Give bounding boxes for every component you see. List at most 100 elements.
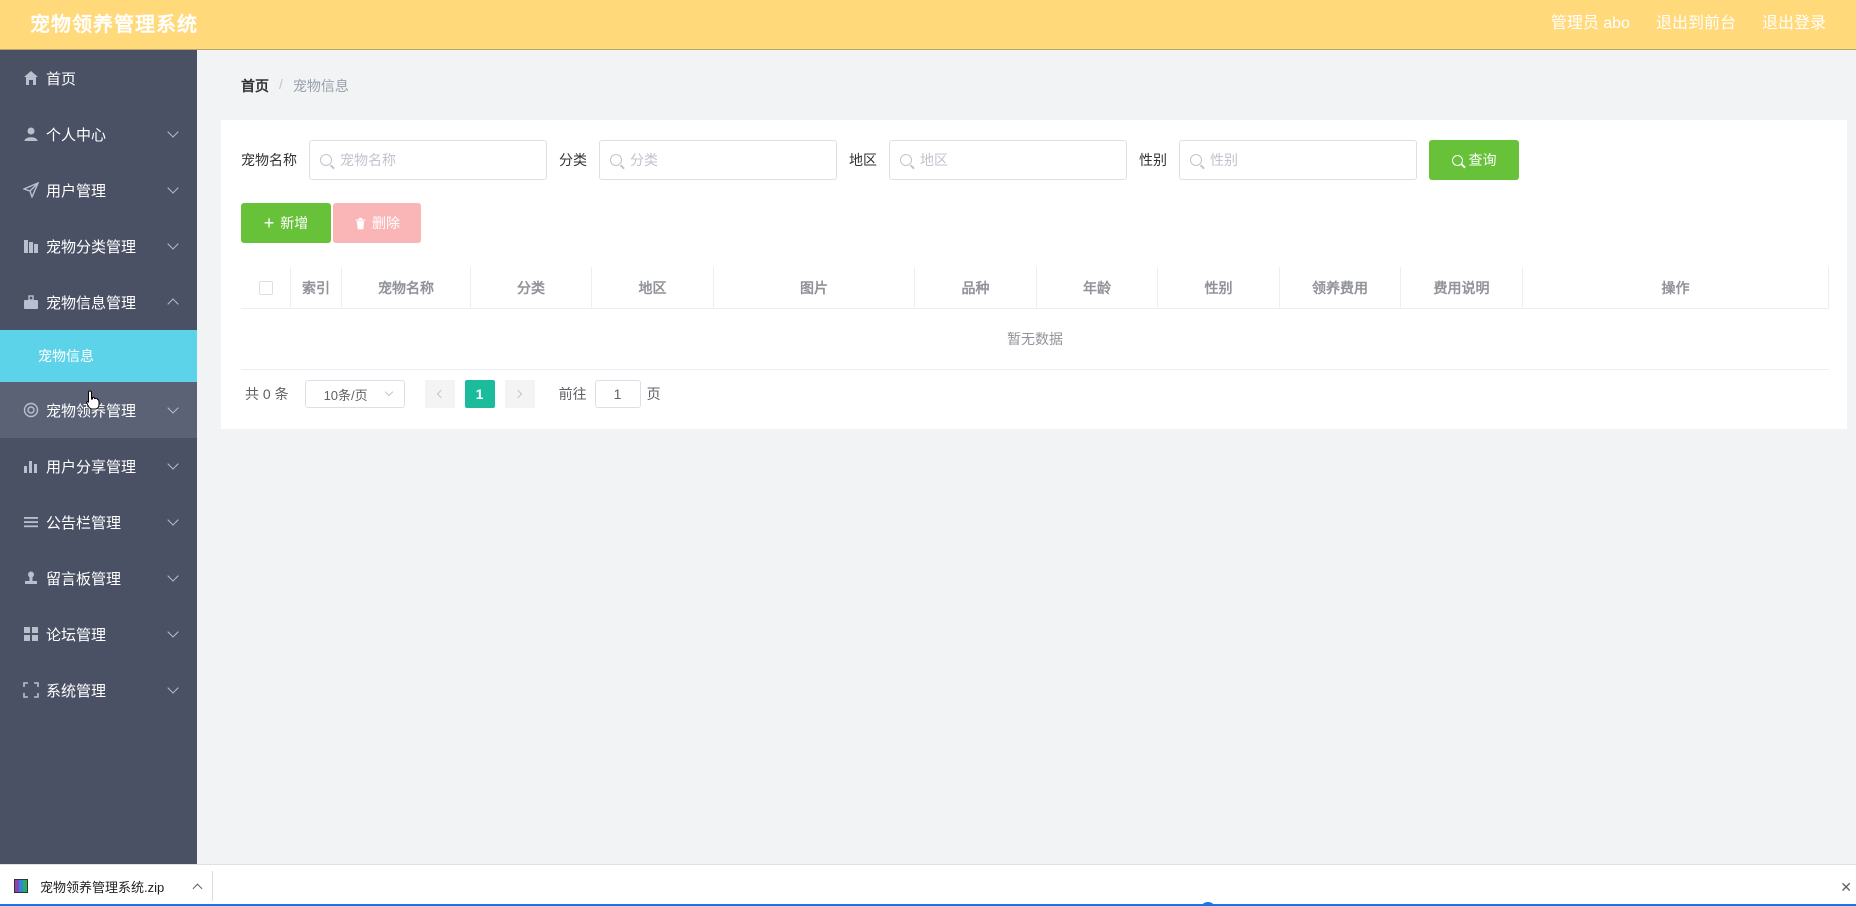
add-button[interactable]: + 新增 — [241, 203, 331, 243]
bar-chart-icon — [22, 457, 40, 475]
search-icon — [610, 154, 622, 166]
sidebar-item-notice-board[interactable]: 公告栏管理 — [0, 494, 197, 550]
breadcrumb-current: 宠物信息 — [292, 78, 349, 94]
page-suffix: 页 — [646, 386, 661, 402]
sidebar-item-label: 系统管理 — [46, 682, 107, 700]
pet-info-table: 索引 宠物名称 分类 地区 图片 品种 年龄 性别 领养费用 费用说明 操作 暂… — [241, 267, 1829, 370]
table-header: 索引 宠物名称 分类 地区 图片 品种 年龄 性别 领养费用 费用说明 操作 — [241, 267, 1829, 309]
sidebar-item-label: 首页 — [46, 70, 77, 88]
sidebar-item-personal-center[interactable]: 个人中心 — [0, 106, 197, 162]
column-header: 操作 — [1523, 267, 1829, 309]
sidebar-item-label: 公告栏管理 — [46, 514, 122, 532]
page-size-select[interactable]: 10条/页 — [304, 380, 405, 408]
logout-link[interactable]: 退出登录 — [1762, 9, 1826, 33]
chevron-down-icon — [384, 387, 393, 397]
chevron-down-icon — [167, 514, 179, 526]
chevron-right-icon — [513, 389, 523, 399]
chevron-down-icon — [167, 626, 179, 638]
sidebar-item-system[interactable]: 系统管理 — [0, 662, 197, 718]
column-header: 宠物名称 — [342, 267, 471, 309]
download-divider — [212, 871, 213, 901]
breadcrumb-home[interactable]: 首页 — [241, 76, 269, 96]
sidebar-item-forum[interactable]: 论坛管理 — [0, 606, 197, 662]
column-header: 地区 — [592, 267, 714, 309]
submenu-item-pet-info[interactable]: 宠物信息 — [0, 330, 197, 382]
list-icon — [22, 513, 40, 531]
stamp-icon — [22, 569, 40, 587]
user-icon — [22, 125, 40, 143]
query-button[interactable]: 查询 — [1429, 140, 1519, 180]
pet-name-input[interactable] — [340, 152, 530, 168]
sidebar-item-pet-category[interactable]: 宠物分类管理 — [0, 218, 197, 274]
query-button-label: 查询 — [1468, 152, 1497, 168]
pet-name-label: 宠物名称 — [241, 152, 297, 168]
select-all-cell — [241, 267, 291, 309]
add-button-label: 新增 — [280, 215, 309, 231]
delete-button[interactable]: 删除 — [333, 203, 421, 243]
column-header: 分类 — [471, 267, 592, 309]
building-icon — [22, 237, 40, 255]
send-icon — [22, 181, 40, 199]
category-field[interactable] — [599, 140, 837, 180]
suitcase-icon — [22, 293, 40, 311]
gender-input[interactable] — [1210, 152, 1400, 168]
sidebar-item-label: 宠物信息管理 — [46, 294, 137, 312]
chevron-down-icon — [167, 182, 179, 194]
header-actions: 管理员 abo 退出到前台 退出登录 — [1551, 9, 1826, 33]
sidebar-item-label: 论坛管理 — [46, 626, 107, 644]
pet-name-field[interactable] — [309, 140, 547, 180]
prev-page-button[interactable] — [424, 380, 455, 408]
admin-user-label[interactable]: 管理员 abo — [1551, 9, 1630, 33]
goto-label: 前往 — [558, 386, 587, 402]
search-icon — [1451, 154, 1463, 166]
download-item[interactable]: 宠物领养管理系统.zip — [14, 865, 203, 906]
action-toolbar: + 新增 删除 — [241, 203, 421, 243]
chevron-down-icon — [167, 238, 179, 250]
column-header: 费用说明 — [1401, 267, 1523, 309]
chevron-down-icon — [167, 458, 179, 470]
breadcrumb: 首页 / 宠物信息 — [241, 76, 349, 96]
page-size-value: 10条/页 — [323, 387, 368, 403]
sidebar-item-message-board[interactable]: 留言板管理 — [0, 550, 197, 606]
sidebar-item-label: 个人中心 — [46, 126, 107, 144]
region-field[interactable] — [889, 140, 1127, 180]
trash-icon — [355, 217, 366, 229]
search-icon — [900, 154, 912, 166]
page-number[interactable]: 1 — [464, 380, 495, 408]
scroll-indicator — [1200, 902, 1216, 906]
category-input[interactable] — [630, 152, 820, 168]
gender-field[interactable] — [1179, 140, 1417, 180]
search-icon — [1190, 154, 1202, 166]
hand-cursor-icon — [86, 390, 100, 410]
sidebar-item-home[interactable]: 首页 — [0, 50, 197, 106]
top-header: 宠物领养管理系统 管理员 abo 退出到前台 退出登录 — [0, 0, 1856, 50]
column-header: 性别 — [1158, 267, 1280, 309]
delete-button-label: 删除 — [372, 215, 400, 231]
plus-icon: + — [263, 213, 275, 233]
sidebar-item-user-management[interactable]: 用户管理 — [0, 162, 197, 218]
sidebar-item-label: 用户管理 — [46, 182, 107, 200]
zip-file-icon — [14, 879, 28, 893]
column-header: 图片 — [714, 267, 915, 309]
home-icon — [22, 69, 40, 87]
close-icon[interactable]: ✕ — [1840, 879, 1852, 896]
chevron-left-icon — [436, 389, 446, 399]
goto-page-input[interactable]: 1 — [594, 380, 641, 408]
sidebar-item-user-share[interactable]: 用户分享管理 — [0, 438, 197, 494]
download-bar: 宠物领养管理系统.zip ✕ — [0, 864, 1856, 906]
chevron-up-icon[interactable] — [192, 883, 203, 893]
sidebar-item-label: 用户分享管理 — [46, 458, 137, 476]
region-label: 地区 — [849, 152, 877, 168]
next-page-button[interactable] — [504, 380, 535, 408]
pagination: 共 0 条 10条/页 1 前往 1 页 — [245, 380, 661, 408]
empty-state: 暂无数据 — [1007, 331, 1063, 347]
select-all-checkbox[interactable] — [258, 281, 273, 295]
sidebar-item-pet-info[interactable]: 宠物信息管理 — [0, 274, 197, 330]
gender-label: 性别 — [1139, 152, 1167, 168]
region-input[interactable] — [920, 152, 1110, 168]
chevron-down-icon — [167, 126, 179, 138]
search-icon — [320, 154, 332, 166]
chevron-up-icon — [167, 298, 179, 310]
sidebar-item-label: 宠物分类管理 — [46, 238, 137, 256]
to-front-link[interactable]: 退出到前台 — [1656, 9, 1736, 33]
